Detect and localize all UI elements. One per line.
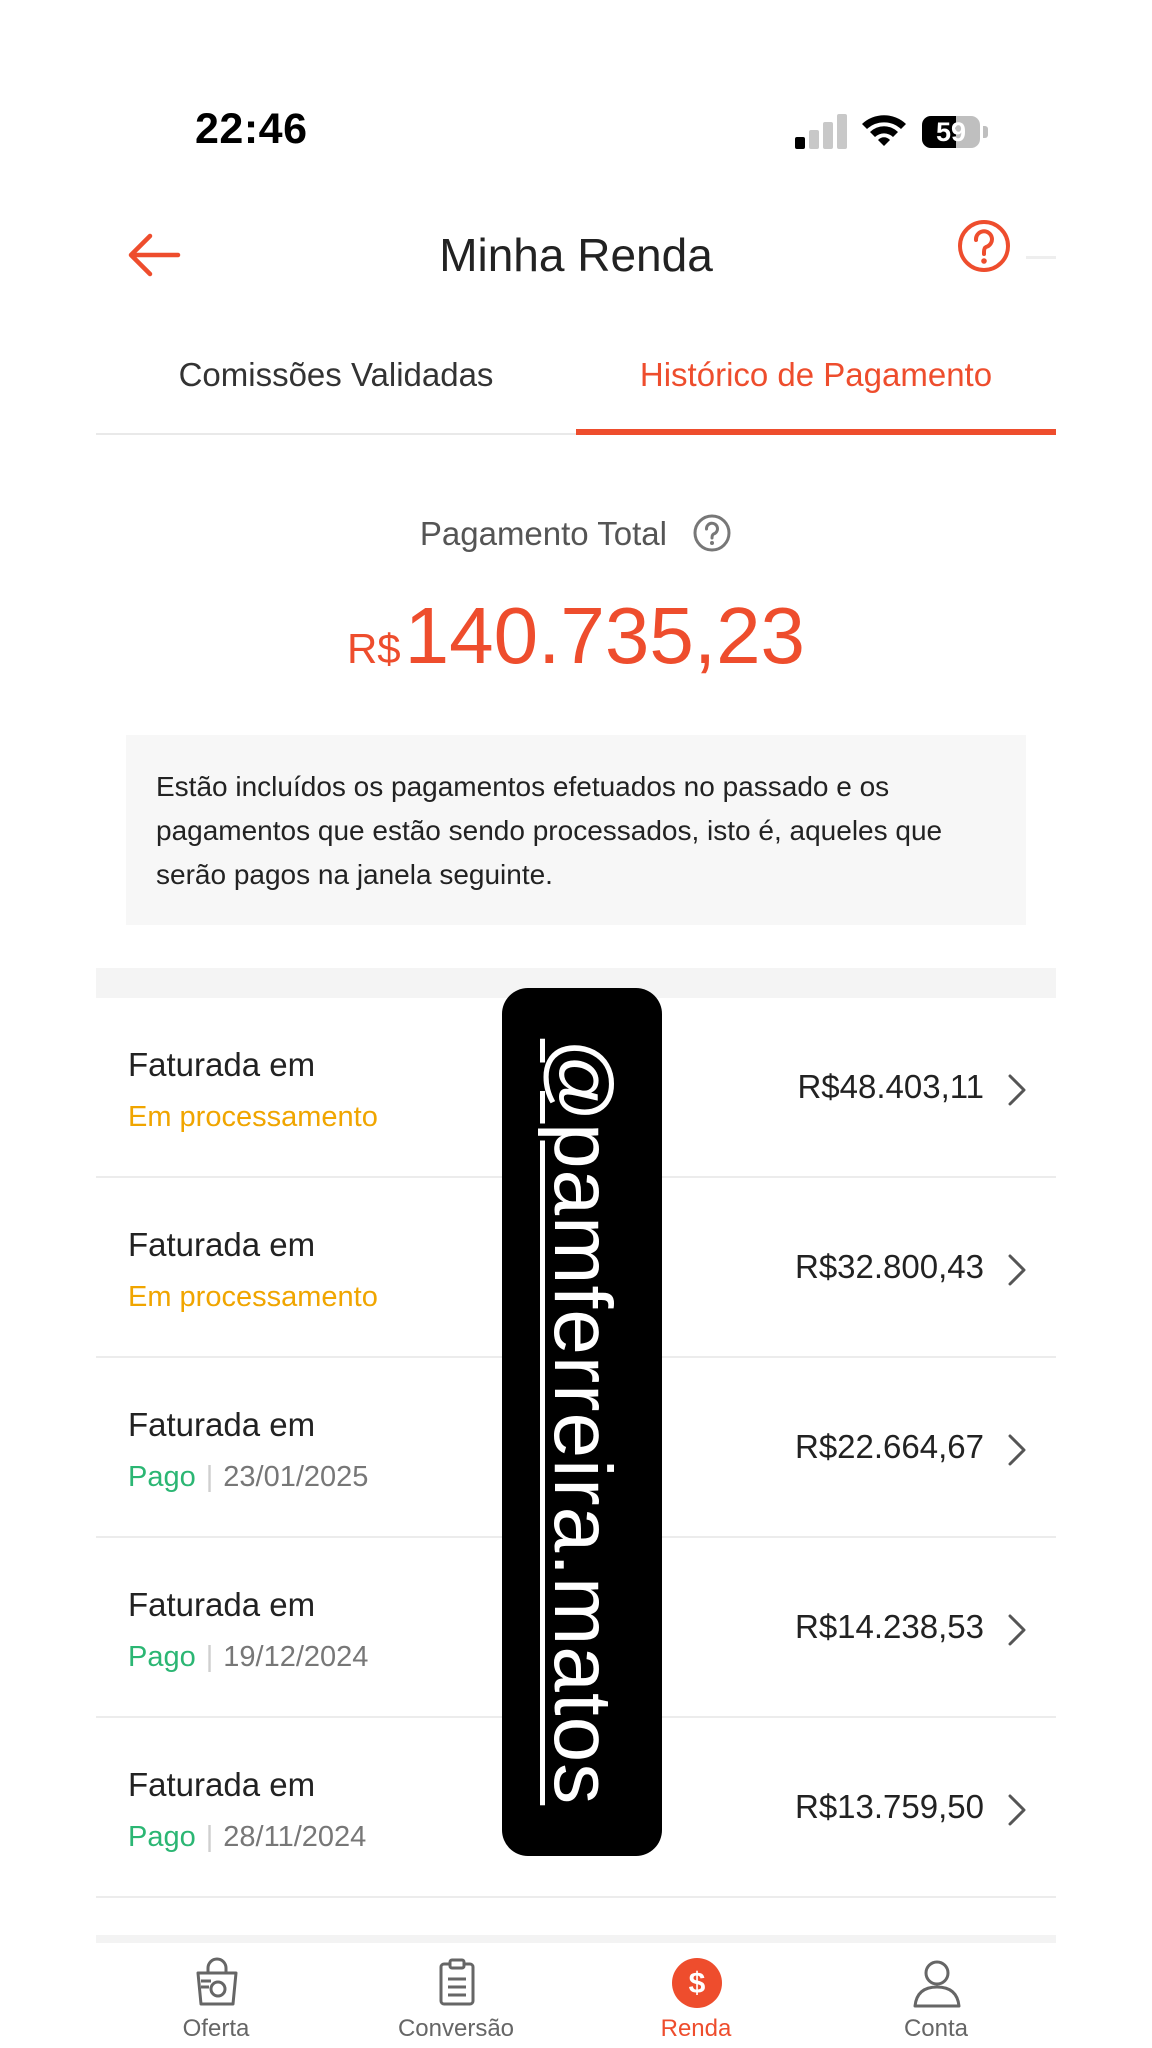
payment-title: Faturada em <box>128 1046 316 1083</box>
payment-amount: R$13.759,50 <box>795 1788 984 1825</box>
clipboard-icon <box>439 1958 475 2006</box>
payment-amount: R$14.238,53 <box>795 1608 984 1645</box>
nav-label: Oferta <box>182 2015 250 2042</box>
total-amount: R$140.735,23 <box>0 590 1152 682</box>
nav-item-conversao[interactable]: Conversão <box>336 1943 576 2048</box>
chevron-right-icon <box>1008 1794 1026 1826</box>
payment-status: Pago | 23/01/2025 <box>128 1461 368 1494</box>
status-text: Pago <box>128 1461 196 1493</box>
payment-status: Em processamento <box>128 1101 378 1134</box>
battery-icon: 59 <box>922 116 980 148</box>
help-icon[interactable] <box>956 218 1012 274</box>
payment-title: Faturada em <box>128 1226 316 1263</box>
nav-item-renda[interactable]: $ Renda <box>576 1943 816 2048</box>
tab-historico-de-pagamento[interactable]: Histórico de Pagamento <box>576 335 1056 435</box>
header-divider <box>1026 256 1056 259</box>
status-time: 22:46 <box>195 105 308 153</box>
payment-date: 19/12/2024 <box>223 1641 369 1673</box>
total-value: 140.735,23 <box>404 591 806 680</box>
chevron-right-icon <box>1008 1254 1026 1286</box>
nav-label: Renda <box>660 2015 732 2042</box>
dollar-circle-icon: $ <box>672 1958 722 2008</box>
status-bar: 22:46 59 <box>0 0 1152 180</box>
page-title: Minha Renda <box>439 229 713 281</box>
tab-bar: Comissões Validadas Histórico de Pagamen… <box>96 335 1056 435</box>
nav-label: Conta <box>903 2015 969 2042</box>
status-text: Pago <box>128 1821 196 1853</box>
payment-status: Em processamento <box>128 1281 378 1314</box>
tab-comissoes-validadas[interactable]: Comissões Validadas <box>96 335 576 435</box>
watermark-text: @pamferreira.matos <box>537 1038 628 1806</box>
nav-item-conta[interactable]: Conta <box>816 1943 1056 2048</box>
status-text: Em processamento <box>128 1101 378 1133</box>
nav-item-oferta[interactable]: Oferta <box>96 1943 336 2048</box>
watermark-overlay: @pamferreira.matos <box>502 988 662 1856</box>
total-label: Pagamento Total <box>419 515 667 552</box>
shopping-bag-icon <box>196 1957 238 2006</box>
payment-date: 23/01/2025 <box>223 1461 369 1493</box>
status-separator: | <box>205 1821 214 1853</box>
payment-amount: R$22.664,67 <box>795 1428 984 1465</box>
payment-title: Faturada em <box>128 1766 316 1803</box>
status-separator: | <box>205 1641 214 1673</box>
payment-title: Faturada em <box>128 1586 316 1623</box>
status-text: Pago <box>128 1641 196 1673</box>
app-header: Minha Renda <box>96 210 1056 300</box>
total-label-row: Pagamento Total <box>0 513 1152 553</box>
status-text: Em processamento <box>128 1281 378 1313</box>
user-icon <box>913 1960 961 2008</box>
payment-amount: R$48.403,11 <box>797 1068 984 1105</box>
chevron-right-icon <box>1008 1434 1026 1466</box>
info-box: Estão incluídos os pagamentos efetuados … <box>126 735 1026 925</box>
svg-text:$: $ <box>689 1967 706 2000</box>
payment-status: Pago | 19/12/2024 <box>128 1641 368 1674</box>
battery-percent: 59 <box>935 117 967 147</box>
chevron-right-icon <box>1008 1614 1026 1646</box>
payment-amount: R$32.800,43 <box>795 1248 984 1285</box>
active-tab-indicator <box>576 429 1056 435</box>
chevron-right-icon <box>1008 1074 1026 1106</box>
payment-title: Faturada em <box>128 1406 316 1443</box>
bottom-nav: Oferta Conversão $ Renda Conta <box>96 1943 1056 2048</box>
battery-tip <box>983 126 988 138</box>
nav-label: Conversão <box>397 2015 515 2042</box>
status-separator: | <box>205 1461 214 1493</box>
help-icon[interactable] <box>692 513 732 553</box>
wifi-icon <box>862 115 906 146</box>
bottom-nav-divider <box>96 1935 1056 1943</box>
payment-status: Pago | 28/11/2024 <box>128 1821 366 1854</box>
cellular-signal-icon <box>795 113 850 149</box>
total-currency: R$ <box>346 625 401 672</box>
payment-date: 28/11/2024 <box>223 1821 367 1853</box>
